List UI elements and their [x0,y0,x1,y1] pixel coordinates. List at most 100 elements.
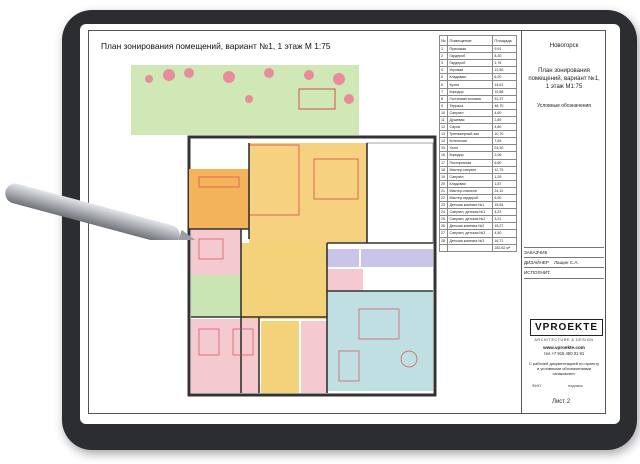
table-cell: Душевая [447,115,494,125]
table-cell: Игровая [447,66,494,75]
table-cell: Гостиная/столовая [447,94,494,103]
table-cell: 3 [438,59,449,68]
table-row: 15 Холл 24,30 [438,144,517,153]
table-row: 9 Терраса 46,70 [438,101,517,110]
table-cell: Мастер-гардероб [447,193,494,203]
terrace-zone [366,142,434,244]
table-cell: Санузел, детская №1 [447,208,494,217]
table-cell: Гардероб [447,59,494,68]
title-block-plan-name: План зонирования помещений, вариант №1, … [528,68,600,90]
table-cell: Сауна [447,123,494,132]
table-cell: 6,50 [492,193,517,203]
table-cell: 7 [438,87,449,96]
table-row: 10 Санузел 4,60 [438,108,517,117]
table-cell: 12,75 [492,165,517,174]
table-cell: Тренажерный зал [447,130,494,139]
website-link[interactable]: www.vproekte.com [530,345,598,350]
table-cell: 8,30 [492,52,517,61]
table-row: 8 Гостиная/столовая 51,37 [438,94,517,103]
table-cell [447,243,494,252]
laundry-zone [361,249,401,267]
table-cell: 24,30 [492,144,517,153]
table-cell: 6,60 [492,158,517,167]
table-cell [438,243,449,252]
table-cell: Санузел, детская №3 [447,229,494,238]
table-cell: 25 [438,215,449,224]
table-cell: 24,12 [492,186,517,195]
table-cell: 5 [438,73,449,82]
table-header-cell: Площадь [492,35,517,46]
table-cell: 4,50 [492,229,517,238]
row-label: ИСПОЛНИТ. [524,270,551,275]
table-cell: 14,61 [492,80,517,89]
table-row: 20 Кладовая 1,87 [438,179,517,188]
table-cell: Санузел, детская №2 [447,215,494,224]
table-cell: Санузел [447,172,494,181]
table-row: 2 Гардероб 8,30 [438,52,517,61]
table-cell: Мастер-санузел [447,165,494,174]
table-row: 14 Котельная 7,64 [438,137,517,146]
table-cell: Гардероб [447,52,494,61]
row-executor: ИСПОЛНИТ. [524,267,604,279]
kids-room-3-zone [225,319,259,393]
table-cell: 23 [438,201,449,210]
table-cell: Кухня [447,80,494,89]
table-cell: 21 [438,186,449,195]
table-cell: 16 [438,151,449,160]
table-cell: Коридор [447,151,494,160]
table-cell: 9,91 [492,44,517,54]
table-cell: 24 [438,208,449,217]
table-cell: 28 [438,236,449,245]
row-label: ЗАКАЗЧИК [524,250,548,255]
table-cell: Детская комната №1 [447,201,494,210]
table-cell: 27 [438,229,449,238]
table-row: 6 Кухня 14,61 [438,80,517,89]
table-cell: 9 [438,101,449,110]
table-cell: Санузел [447,108,494,117]
table-cell: 19 [438,172,449,181]
table-cell: 4,80 [492,123,517,132]
sign-signature-label: подпись [568,383,584,388]
table-cell: Постирочная [447,158,494,167]
table-cell: 7,64 [492,137,517,146]
table-cell: 3,21 [492,215,517,224]
table-cell: Котельная [447,137,494,146]
table-cell: Холл [447,144,494,153]
table-row: 18 Мастер-санузел 12,75 [438,165,517,174]
table-row: 26 Детская комната №2 15,27 [438,222,517,231]
logo-subtitle: ARCHITECTURE & DESIGN [534,338,594,342]
table-row: 11 Душевая 2,89 [438,115,517,125]
table-cell: 1,87 [492,179,517,188]
table-cell: 11 [438,115,449,125]
boiler-zone [327,269,363,291]
table-row: 3 Гардероб 1,76 [438,59,517,68]
table-row: 5 Кладовая 6,20 [438,73,517,82]
table-cell: Коридор [447,87,494,96]
table-cell: 14 [438,137,449,146]
table-cell: 13 [438,130,449,139]
table-cell: 15,27 [492,222,517,231]
table-row: 19 Санузел 1,29 [438,172,517,181]
sauna-zone [401,249,433,267]
table-cell: 18 [438,165,449,174]
table-cell: 16,71 [492,236,517,245]
table-cell: 10,88 [492,87,517,96]
table-cell: 46,70 [492,101,517,110]
table-cell: 6 [438,80,449,89]
table-cell: 282,62 м² [492,243,517,252]
sheet-title: План зонирования помещений, вариант №1, … [101,41,331,51]
table-cell: 8 [438,94,449,103]
table-header-cell: Помещение [447,35,494,46]
acknowledgement-note: С рабочей документацией по проекту и усл… [528,361,600,376]
table-row: 17 Постирочная 6,60 [438,158,517,167]
table-row: 27 Санузел, детская №3 4,50 [438,229,517,238]
table-header-row: № Помещение Площадь [438,35,517,46]
table-cell: 15,64 [492,201,517,210]
phone-number: тел.+7 915 450 01 91 [543,351,585,356]
table-cell: Мастер-спальня [447,186,494,195]
row-label: ДИЗАЙНЕР [524,260,549,265]
table-row: 282,62 м² [438,243,517,252]
kids-room-2-zone [191,319,225,393]
table-cell: 20 [438,179,449,188]
room-schedule-table: № Помещение Площадь 1 Прихожая 9,91 2 Гардер… [438,35,517,252]
